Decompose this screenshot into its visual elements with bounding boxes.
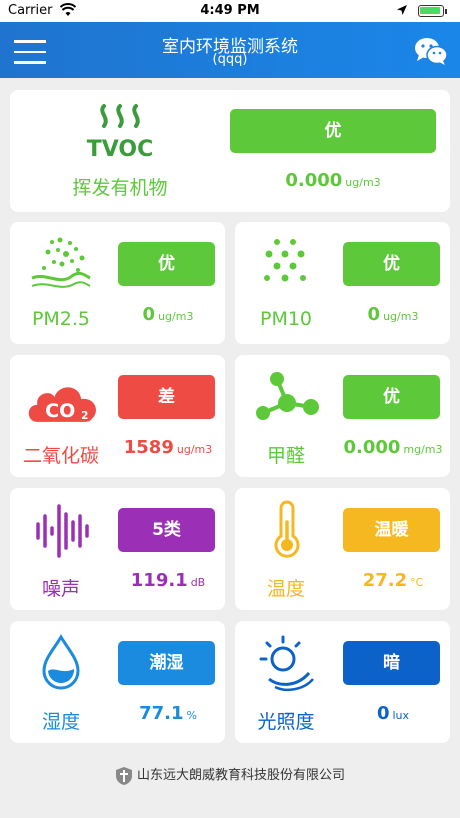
pm10-reading: 0 ug/m3	[339, 304, 447, 325]
tvoc-value: 0.000	[285, 170, 343, 191]
tvoc-icon-text: TVOC	[87, 137, 154, 162]
footer: 山东远大朗威教育科技股份有限公司	[0, 764, 460, 786]
company-logo-icon	[115, 766, 132, 785]
pm10-status-badge: 优	[343, 242, 440, 286]
co2-icon-text: CO	[45, 400, 75, 422]
temperature-card[interactable]: 温度 温暖 27.2 °C	[235, 488, 450, 610]
pm10-label: PM10	[259, 308, 313, 330]
formaldehyde-label: 甲醛	[266, 445, 305, 467]
humidity-card[interactable]: 湿度 潮湿 77.1%	[10, 621, 225, 743]
humidity-status-badge: 潮湿	[118, 641, 215, 685]
pm25-value: 0	[142, 304, 156, 325]
battery-icon	[418, 5, 444, 17]
sun-icon	[259, 635, 314, 691]
humidity-value: 77.1	[139, 703, 184, 724]
noise-reading: 119.1 dB	[114, 570, 222, 591]
pm10-unit: ug/m3	[383, 310, 419, 323]
illuminance-value: 0	[376, 703, 390, 724]
co2-card[interactable]: CO 2 二氧化碳 差 1589 ug/m3	[10, 355, 225, 477]
temperature-reading: 27.2 °C	[339, 570, 447, 591]
formaldehyde-value: 0.000	[343, 437, 401, 458]
clock: 4:49 PM	[200, 3, 260, 18]
device-name: (qqq)	[212, 52, 248, 67]
co2-reading: 1589 ug/m3	[114, 437, 222, 458]
formaldehyde-unit: mg/m3	[403, 443, 443, 456]
tvoc-reading: 0.000 ug/m3	[230, 170, 436, 191]
wechat-icon[interactable]	[414, 36, 448, 66]
pm25-card[interactable]: PM2.5 优 0 ug/m3	[10, 222, 225, 344]
illuminance-unit: lux	[392, 709, 410, 722]
formaldehyde-status-badge: 优	[343, 375, 440, 419]
tvoc-label: 挥发有机物	[72, 177, 168, 199]
water-drop-icon	[42, 634, 80, 690]
formaldehyde-card[interactable]: 甲醛 优 0.000 mg/m3	[235, 355, 450, 477]
pm25-reading: 0 ug/m3	[114, 304, 222, 325]
co2-label: 二氧化碳	[22, 445, 99, 467]
temperature-label: 温度	[266, 578, 305, 600]
temperature-unit: °C	[410, 576, 424, 589]
location-arrow-icon	[397, 5, 407, 15]
illuminance-card[interactable]: 光照度 暗 0 lux	[235, 621, 450, 743]
sound-wave-icon	[36, 504, 89, 558]
noise-value: 119.1	[130, 570, 188, 591]
tvoc-card[interactable]: TVOC 挥发有机物 优 0.000 ug/m3	[10, 90, 450, 212]
noise-status-badge: 5类	[118, 508, 215, 552]
molecule-icon	[256, 372, 319, 420]
company-name: 山东远大朗威教育科技股份有限公司	[136, 768, 345, 783]
humidity-reading: 77.1%	[114, 703, 222, 724]
pm25-icon	[31, 237, 91, 288]
temperature-status-badge: 温暖	[343, 508, 440, 552]
noise-label: 噪声	[41, 578, 80, 600]
noise-unit: dB	[190, 576, 206, 589]
pm25-unit: ug/m3	[158, 310, 194, 323]
pm10-icon	[264, 239, 306, 282]
co2-value: 1589	[123, 437, 174, 458]
battery-tip	[445, 9, 447, 14]
app-header: 室内环境监测系统 (qqq)	[0, 22, 460, 78]
tvoc-unit: ug/m3	[345, 176, 381, 189]
co2-cloud-icon: CO 2	[28, 387, 96, 422]
illuminance-label: 光照度	[257, 711, 315, 733]
co2-unit: ug/m3	[176, 443, 213, 456]
pm25-label: PM2.5	[31, 308, 91, 330]
tvoc-icon: TVOC	[87, 104, 154, 162]
tvoc-status-badge: 优	[230, 109, 436, 153]
illuminance-status-badge: 暗	[343, 641, 440, 685]
humidity-unit: %	[186, 709, 197, 722]
noise-card[interactable]: 噪声 5类 119.1 dB	[10, 488, 225, 610]
pm10-value: 0	[367, 304, 381, 325]
humidity-label: 湿度	[41, 711, 80, 733]
pm25-status-badge: 优	[118, 242, 215, 286]
pm10-card[interactable]: PM10 优 0 ug/m3	[235, 222, 450, 344]
co2-icon-subscript: 2	[81, 410, 88, 422]
formaldehyde-reading: 0.000 mg/m3	[339, 437, 447, 458]
thermometer-icon	[274, 500, 300, 558]
status-bar: Carrier 4:49 PM	[0, 0, 460, 22]
co2-status-badge: 差	[118, 375, 215, 419]
temperature-value: 27.2	[362, 570, 408, 591]
illuminance-reading: 0 lux	[339, 703, 447, 724]
